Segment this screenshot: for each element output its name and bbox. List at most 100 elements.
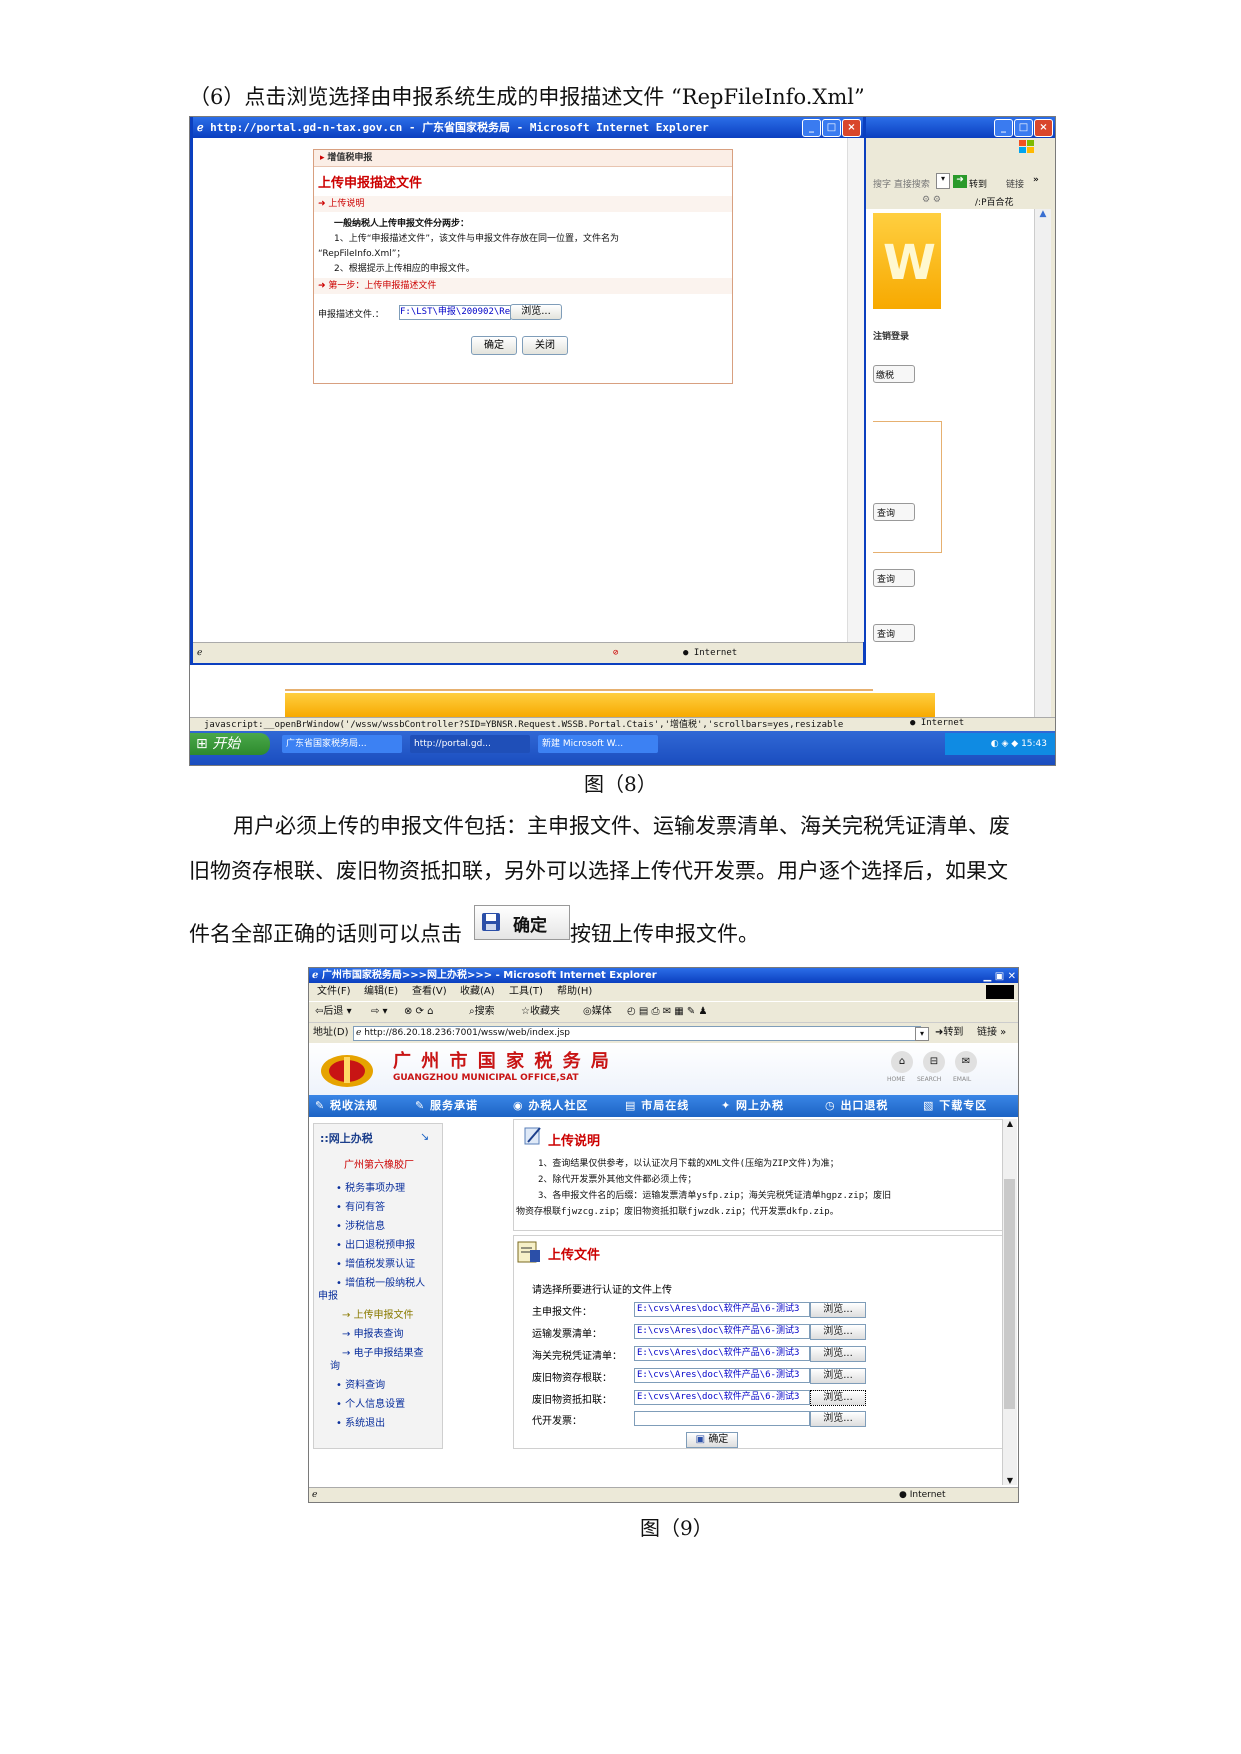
sidebar-subitem-query[interactable]: → 申报表查询 bbox=[342, 1325, 404, 1340]
popup-close-icon[interactable]: × bbox=[842, 119, 861, 137]
section-step1: ➜ 第一步：上传申报描述文件 bbox=[314, 278, 732, 294]
browse-scrap-stub-button[interactable]: 浏览... bbox=[810, 1368, 866, 1384]
forward-icon[interactable]: ⇨ ▾ bbox=[371, 1002, 388, 1022]
menu-file[interactable]: 文件(F) bbox=[317, 983, 351, 1001]
menu-edit[interactable]: 编辑(E) bbox=[364, 983, 398, 1001]
sidebar-item-vat-general[interactable]: • 增值税一般纳税人 bbox=[336, 1274, 425, 1289]
close-button[interactable]: 关闭 bbox=[522, 336, 568, 355]
stop-refresh-home-icons[interactable]: ⊗ ⟳ ⌂ bbox=[404, 1002, 433, 1022]
sidebar-subitem-result[interactable]: → 电子申报结果查 bbox=[342, 1344, 424, 1359]
customs-cert-input[interactable]: E:\cvs\Ares\doc\软件产品\6-测试3 bbox=[634, 1346, 810, 1361]
search-site-icon[interactable]: ⊟ bbox=[923, 1051, 945, 1073]
sidebar-item-data-query[interactable]: • 资料查询 bbox=[336, 1376, 385, 1391]
sidebar-subitem-upload[interactable]: → 上传申报文件 bbox=[342, 1306, 414, 1321]
file-path-input[interactable]: F:\LST\申报\200902\Re bbox=[399, 305, 511, 320]
popup-maximize-icon[interactable]: □ bbox=[822, 119, 841, 137]
sidebar-item-affairs[interactable]: • 税务事项办理 bbox=[336, 1179, 405, 1194]
sidebar-item-info[interactable]: • 涉税信息 bbox=[336, 1217, 385, 1232]
panel-title: 上传申报描述文件 bbox=[318, 176, 423, 191]
popup-scrollbar[interactable] bbox=[847, 138, 864, 642]
bg-scrollbar[interactable]: ▲ ▼ bbox=[1034, 209, 1051, 729]
taskbar-item-2[interactable]: http://portal.gd... bbox=[410, 735, 530, 753]
back-button[interactable]: ⇦后退 ▾ bbox=[315, 1002, 352, 1022]
address-dropdown-icon[interactable]: ▾ bbox=[915, 1027, 929, 1041]
sidebar-item-invoice-auth[interactable]: • 增值税发票认证 bbox=[336, 1255, 415, 1270]
panel-header-arrow-icon: ▸ bbox=[320, 153, 325, 163]
bg-query-button-2[interactable]: 查询 bbox=[873, 569, 915, 587]
nav-export[interactable]: ◷ 出口退税 bbox=[825, 1095, 888, 1117]
nav-service[interactable]: ✎ 服务承诺 bbox=[415, 1095, 478, 1117]
close-icon[interactable]: × bbox=[1034, 119, 1053, 137]
nav-community[interactable]: ◉ 办税人社区 bbox=[513, 1095, 588, 1117]
misc-toolbar-icons[interactable]: ◴ ▤ ⎙ ✉ ▦ ✎ ♟ bbox=[627, 1002, 707, 1022]
page-scrollbar[interactable]: ▲ ▼ bbox=[1002, 1119, 1017, 1485]
sidebar-item-settings[interactable]: • 个人信息设置 bbox=[336, 1395, 405, 1410]
browse-button[interactable]: 浏览... bbox=[510, 304, 562, 320]
email-icon[interactable]: ✉ bbox=[955, 1051, 977, 1073]
transport-invoice-input[interactable]: E:\cvs\Ares\doc\软件产品\6-测试3 bbox=[634, 1324, 810, 1339]
nav-tax-law[interactable]: ✎ 税收法规 bbox=[315, 1095, 378, 1117]
upload-prompt: 请选择所要进行认证的文件上传 bbox=[532, 1285, 672, 1296]
ok-button[interactable]: 确定 bbox=[471, 336, 517, 355]
browse-customs-button[interactable]: 浏览... bbox=[810, 1346, 866, 1362]
bg-gear-icon: ⚙ ⚙ bbox=[922, 195, 941, 205]
note-item-3: 3、各申报文件名的后缀：运输发票清单ysfp.zip；海关完税凭证清单hgpz.… bbox=[538, 1191, 892, 1201]
nav-e-tax[interactable]: ✦ 网上办税 bbox=[721, 1095, 784, 1117]
scroll-up-icon[interactable]: ▲ bbox=[1035, 209, 1051, 219]
browse-scrap-deduct-button[interactable]: 浏览... bbox=[810, 1390, 866, 1406]
ie-title: 广州市国家税务局>>>网上办税>>> - Microsoft Internet … bbox=[321, 970, 657, 981]
browse-transport-button[interactable]: 浏览... bbox=[810, 1324, 866, 1340]
status-zone: ● Internet bbox=[899, 1488, 945, 1502]
search-button[interactable]: ⌕搜索 bbox=[469, 1002, 495, 1022]
goto-button[interactable]: ➜转到 bbox=[935, 1023, 963, 1043]
nav-download[interactable]: ▧ 下载专区 bbox=[923, 1095, 987, 1117]
main-file-input[interactable]: E:\cvs\Ares\doc\软件产品\6-测试3 bbox=[634, 1302, 810, 1317]
page-scroll-thumb[interactable] bbox=[1004, 1179, 1015, 1409]
bg-logout[interactable]: 注销登录 bbox=[873, 329, 909, 342]
nav-online[interactable]: ▤ 市局在线 bbox=[625, 1095, 689, 1117]
popup-title-bar: ℯ http://portal.gd-n-tax.gov.cn - 广东省国家税… bbox=[193, 117, 863, 138]
bg-goto-arrow-icon[interactable]: ➜ bbox=[953, 175, 967, 188]
bg-query-button-3[interactable]: 查询 bbox=[873, 624, 915, 642]
bg-tax-button[interactable]: 缴税 bbox=[873, 365, 915, 383]
maximize-icon[interactable]: □ bbox=[1014, 119, 1033, 137]
sidebar-subitem-result-cont[interactable]: 询 bbox=[330, 1357, 340, 1372]
page-scroll-down-icon[interactable]: ▼ bbox=[1003, 1476, 1017, 1485]
start-button[interactable]: ⊞ 开始 bbox=[190, 733, 270, 755]
sidebar-subitem-query-label: 申报表查询 bbox=[353, 1329, 404, 1340]
browse-main-button[interactable]: 浏览... bbox=[810, 1302, 866, 1318]
menu-view[interactable]: 查看(V) bbox=[412, 983, 447, 1001]
popup-zone: ● Internet bbox=[683, 648, 738, 658]
submit-button[interactable]: ▣ 确定 bbox=[686, 1432, 738, 1448]
taskbar-item-1[interactable]: 广东省国家税务局... bbox=[282, 735, 402, 753]
menu-help[interactable]: 帮助(H) bbox=[557, 983, 592, 1001]
chevron-right-icon[interactable]: » bbox=[1033, 175, 1039, 185]
page-scroll-up-icon[interactable]: ▲ bbox=[1003, 1119, 1017, 1128]
sidebar-item-export-prefile[interactable]: • 出口退税预申报 bbox=[336, 1236, 415, 1251]
bg-links[interactable]: 链接 bbox=[1006, 177, 1024, 190]
address-input[interactable]: ℯ http://86.20.18.236:7001/wssw/web/inde… bbox=[353, 1026, 921, 1041]
links-button[interactable]: 链接 » bbox=[977, 1023, 1006, 1043]
sidebar-item-qa[interactable]: • 有问有答 bbox=[336, 1198, 385, 1213]
sidebar-item-vat-general-cont[interactable]: 申报 bbox=[318, 1287, 338, 1302]
proxy-invoice-input[interactable] bbox=[634, 1411, 810, 1426]
tray-icons: ◐ ◈ ◆ bbox=[990, 739, 1022, 749]
browse-proxy-invoice-button[interactable]: 浏览... bbox=[810, 1411, 866, 1427]
favorites-button[interactable]: ☆收藏夹 bbox=[521, 1002, 560, 1022]
window-controls-icon[interactable]: ▁ ▣ ✕ bbox=[984, 969, 1016, 984]
taskbar-item-3[interactable]: 新建 Microsoft W... bbox=[538, 735, 658, 753]
bg-dropdown-icon[interactable]: ▾ bbox=[936, 173, 950, 189]
site-subtitle: GUANGZHOU MUNICIPAL OFFICE,SAT bbox=[393, 1073, 579, 1083]
minimize-icon[interactable]: _ bbox=[994, 119, 1013, 137]
scrap-deduct-input[interactable]: E:\cvs\Ares\doc\软件产品\6-测试3 bbox=[634, 1390, 810, 1405]
goto-label: 转到 bbox=[943, 1027, 964, 1038]
scrap-stub-input[interactable]: E:\cvs\Ares\doc\软件产品\6-测试3 bbox=[634, 1368, 810, 1383]
screenshot-figure-8: _ □ × 搜字 直接搜索 ▾ ➜ 转到 链接 » ⚙ ⚙ /:P百合花 W 注… bbox=[189, 116, 1056, 766]
bg-goto[interactable]: 转到 bbox=[969, 177, 987, 190]
popup-minimize-icon[interactable]: _ bbox=[802, 119, 821, 137]
sidebar-item-logout[interactable]: • 系统退出 bbox=[336, 1414, 385, 1429]
media-button[interactable]: ◎媒体 bbox=[583, 1002, 612, 1022]
menu-favorites[interactable]: 收藏(A) bbox=[460, 983, 495, 1001]
home-icon[interactable]: ⌂ bbox=[891, 1051, 913, 1073]
menu-tools[interactable]: 工具(T) bbox=[509, 983, 543, 1001]
